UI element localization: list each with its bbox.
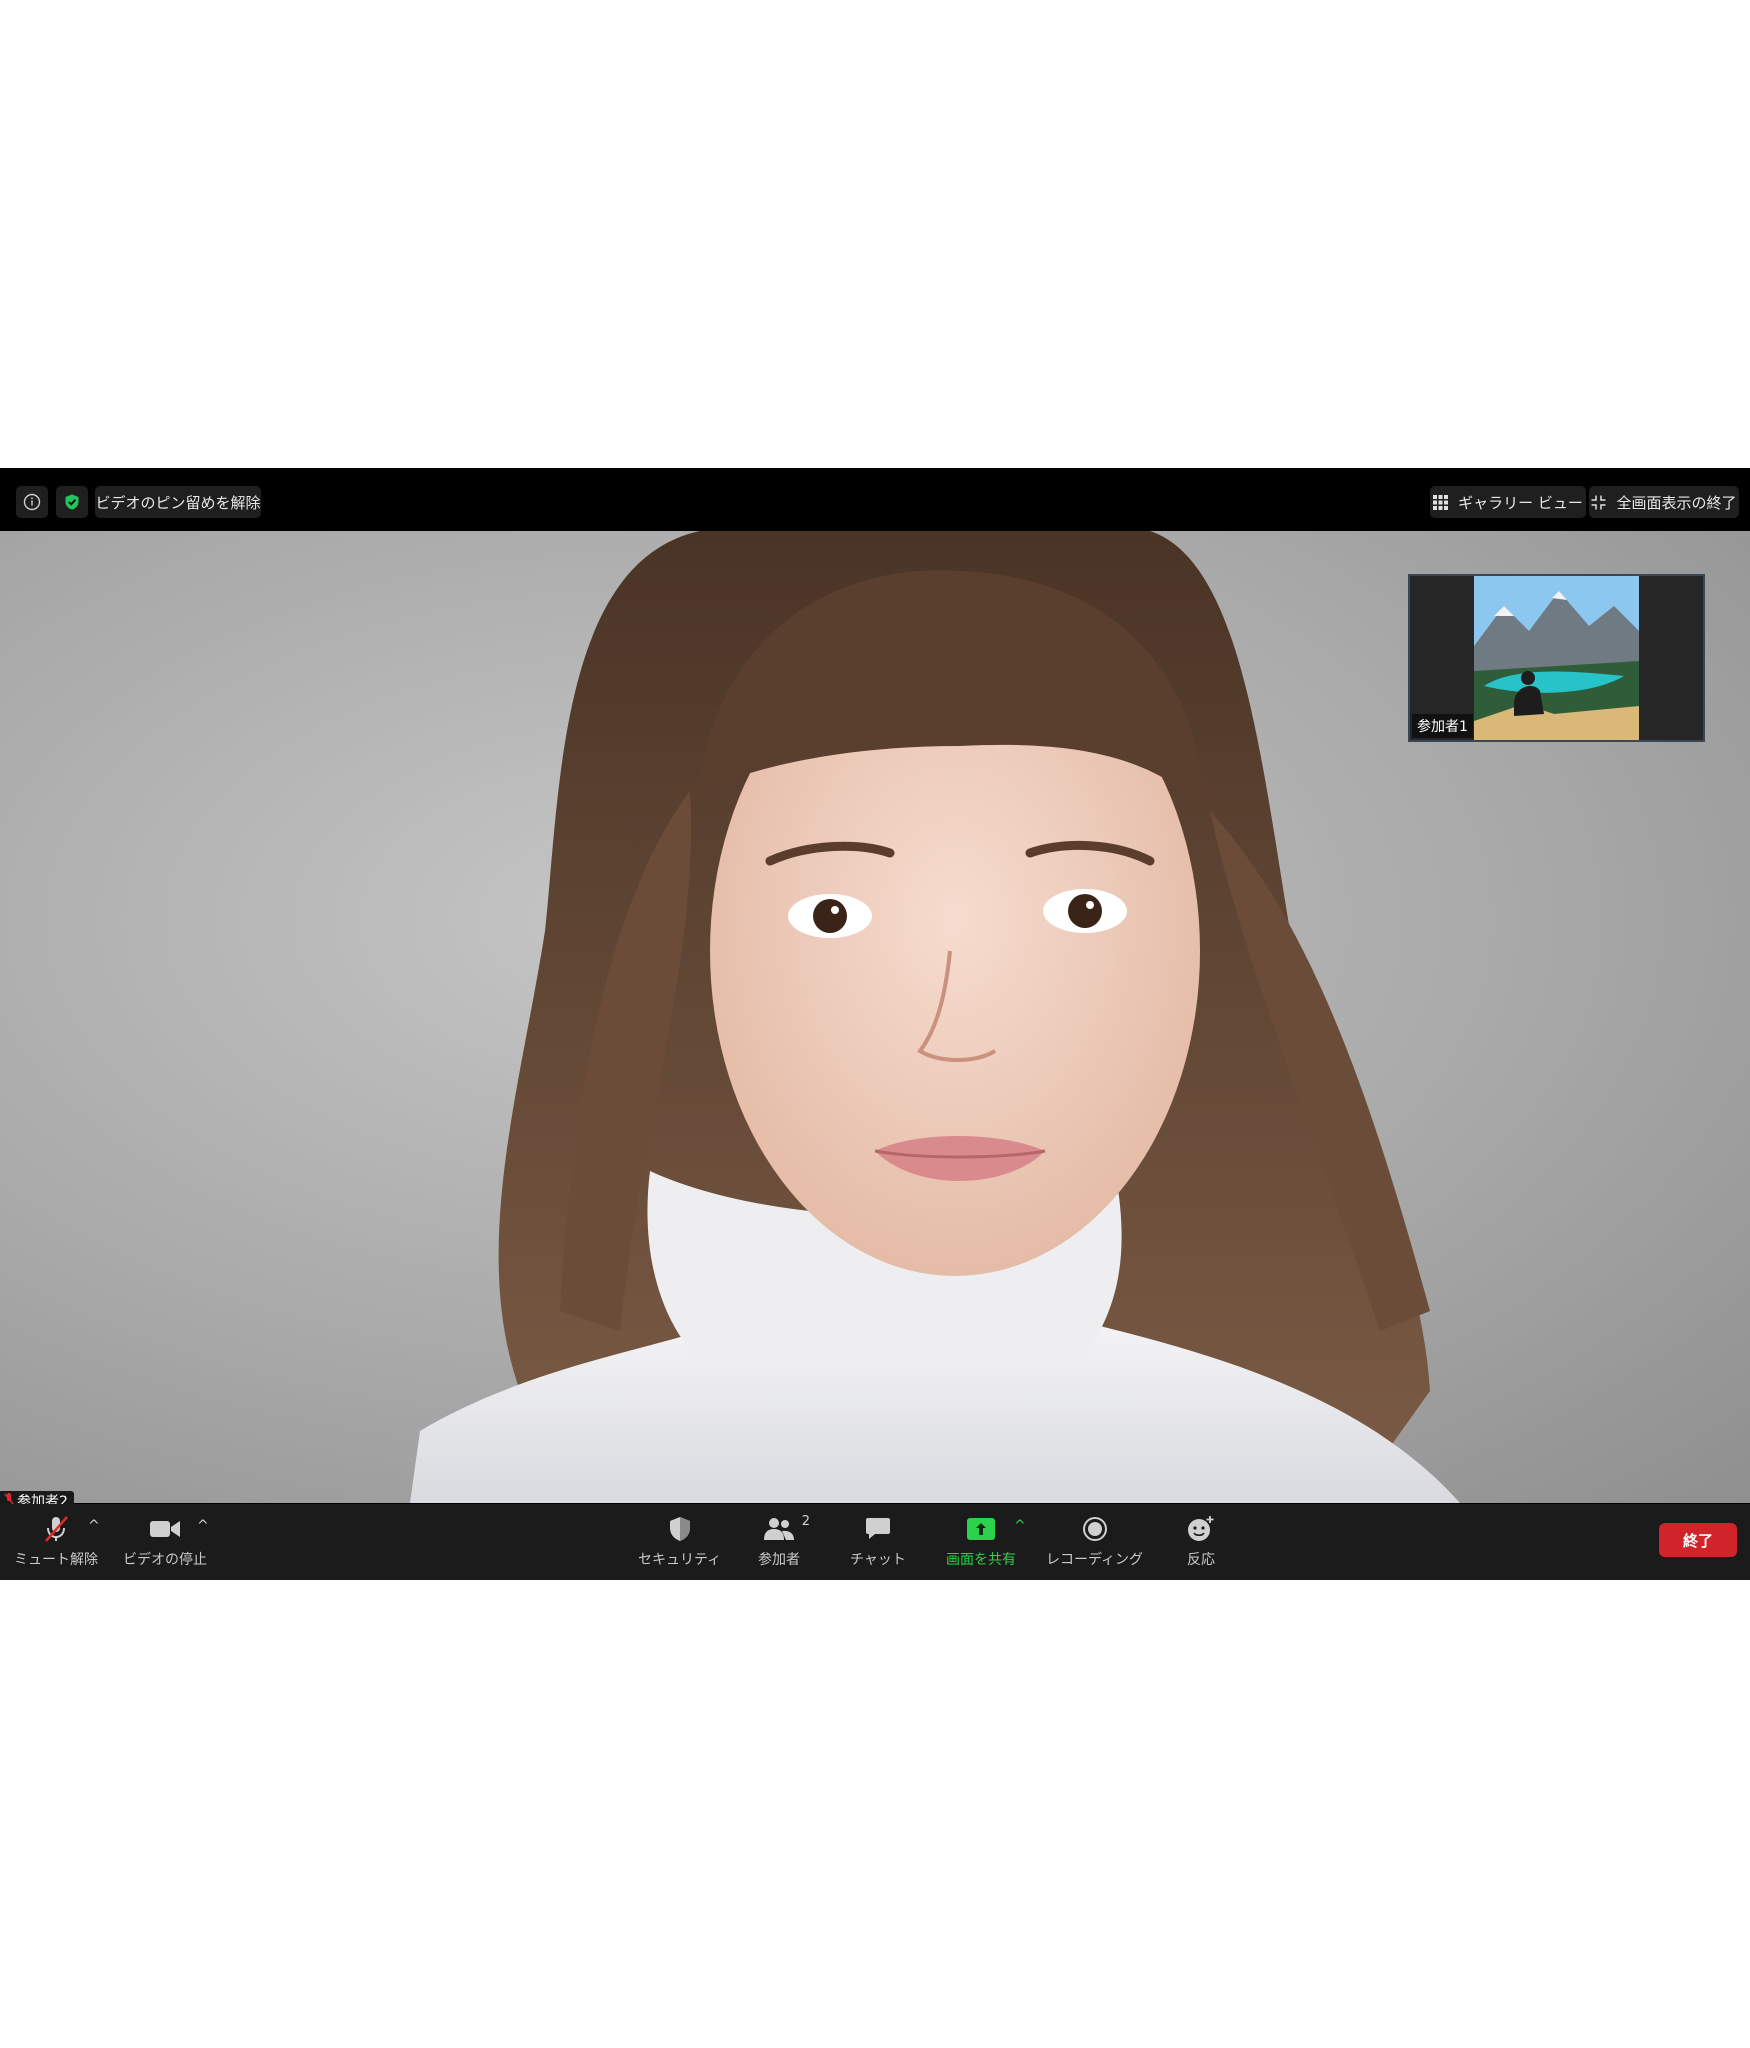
end-meeting-label: 終了 — [1682, 1531, 1713, 1550]
security-button[interactable]: セキュリティ — [638, 1514, 721, 1569]
record-icon — [1082, 1514, 1108, 1544]
meeting-window: ビデオのピン留めを解除 ギャラリー ビュー 全画面表示の終了 参加者1 参加者2… — [0, 468, 1750, 1580]
thumbnail-participant-name: 参加者1 — [1412, 714, 1473, 738]
main-video: 参加者1 — [0, 531, 1750, 1503]
chat-button[interactable]: チャット — [850, 1514, 906, 1569]
info-icon — [23, 493, 41, 511]
thumbnail-video-image — [1474, 576, 1639, 740]
recording-label: レコーディング — [1046, 1552, 1144, 1568]
microphone-muted-icon — [41, 1514, 71, 1544]
grid-icon — [1433, 494, 1449, 510]
participants-label: 参加者 — [758, 1552, 800, 1568]
audio-options-caret[interactable]: ^ — [88, 1518, 100, 1534]
participant-thumbnail[interactable]: 参加者1 — [1408, 574, 1705, 742]
exit-fullscreen-button[interactable]: 全画面表示の終了 — [1589, 486, 1739, 518]
shield-check-icon — [63, 493, 81, 511]
gallery-view-button[interactable]: ギャラリー ビュー — [1430, 486, 1586, 518]
chat-label: チャット — [850, 1552, 906, 1568]
meeting-toolbar: ミュート解除 ^ ビデオの停止 ^ セキュリティ 2 参加者 チャット 画面を共… — [0, 1504, 1750, 1580]
participants-button[interactable]: 2 参加者 — [758, 1514, 810, 1569]
gallery-view-label: ギャラリー ビュー — [1458, 493, 1583, 512]
chat-bubble-icon — [864, 1514, 892, 1544]
exit-fullscreen-label: 全画面表示の終了 — [1616, 493, 1737, 512]
top-bar: ビデオのピン留めを解除 ギャラリー ビュー 全画面表示の終了 — [0, 468, 1750, 531]
stop-video-label: ビデオの停止 — [123, 1552, 207, 1568]
video-options-caret[interactable]: ^ — [197, 1518, 209, 1534]
emoji-add-icon — [1186, 1514, 1216, 1544]
share-screen-icon — [966, 1514, 996, 1544]
stop-video-button[interactable]: ビデオの停止 — [123, 1514, 207, 1569]
video-camera-icon — [149, 1514, 181, 1544]
unpin-video-button[interactable]: ビデオのピン留めを解除 — [95, 486, 261, 518]
recording-button[interactable]: レコーディング — [1046, 1514, 1143, 1569]
exit-fullscreen-icon — [1591, 495, 1606, 510]
people-icon: 2 — [762, 1514, 810, 1544]
shield-icon — [667, 1514, 693, 1544]
end-meeting-button[interactable]: 終了 — [1659, 1523, 1737, 1557]
unmute-label: ミュート解除 — [14, 1552, 98, 1568]
encryption-status-button[interactable] — [56, 486, 88, 518]
reactions-label: 反応 — [1187, 1552, 1215, 1568]
reactions-button[interactable]: 反応 — [1186, 1514, 1216, 1569]
meeting-info-button[interactable] — [16, 486, 48, 518]
unpin-video-label: ビデオのピン留めを解除 — [95, 493, 261, 512]
security-label: セキュリティ — [638, 1552, 722, 1568]
share-options-caret[interactable]: ^ — [1014, 1518, 1026, 1534]
unmute-button[interactable]: ミュート解除 — [14, 1514, 98, 1569]
participants-count: 2 — [801, 1514, 810, 1529]
share-screen-label: 画面を共有 — [946, 1552, 1016, 1568]
share-screen-button[interactable]: 画面を共有 — [946, 1514, 1016, 1569]
